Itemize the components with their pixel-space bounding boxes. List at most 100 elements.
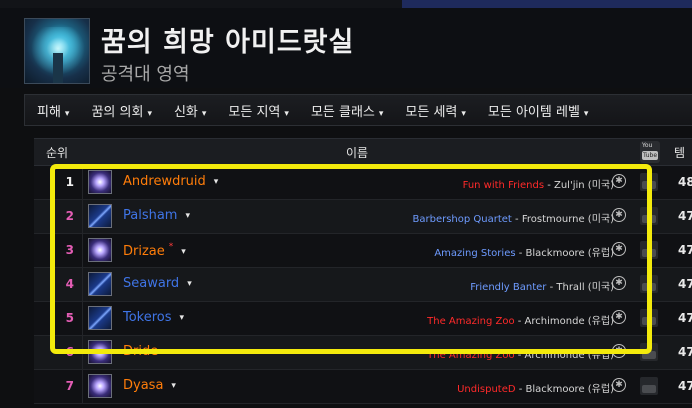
table-row[interactable]: 5 Tokeros ▾ The Amazing Zoo - Archimonde (유…: [34, 302, 692, 336]
score-value: 47: [678, 311, 692, 325]
server-name: - Frostmourne (미국): [511, 214, 614, 225]
filter-label: 피해: [37, 104, 61, 120]
balance-druid-spec-icon[interactable]: [88, 238, 112, 262]
chevron-down-icon[interactable]: ▾: [185, 211, 190, 221]
chevron-down-icon: ▾: [461, 108, 466, 119]
guild-server-info: Fun with Friends - Zul'jin (미국): [463, 176, 614, 191]
server-name: - Archimonde (유럽): [514, 316, 614, 327]
guild-name-link[interactable]: Friendly Banter: [470, 282, 546, 293]
youtube-icon[interactable]: [640, 309, 658, 327]
guild-name-link[interactable]: Barbershop Quartet: [413, 214, 512, 225]
table-row[interactable]: 3 Drizae * ▾ Amazing Stories - Blackmoore (유…: [34, 234, 692, 268]
player-name[interactable]: Tokeros: [123, 310, 172, 325]
chevron-down-icon[interactable]: ▾: [171, 381, 176, 391]
youtube-icon-tube: [642, 351, 656, 359]
column-header-score[interactable]: 템: [674, 144, 685, 161]
guild-name-link[interactable]: The Amazing Zoo: [427, 316, 514, 327]
guild-server-info: Amazing Stories - Blackmoore (유럽): [434, 244, 614, 259]
youtube-icon[interactable]: [640, 275, 658, 293]
faction-icon: ✱: [612, 344, 626, 358]
player-name-link[interactable]: Dyasa ▾: [123, 378, 176, 393]
column-header-rank[interactable]: 순위: [46, 144, 68, 161]
guild-server-info: The Amazing Zoo - Archimonde (유럽): [427, 312, 614, 327]
youtube-icon-tube: [642, 181, 656, 189]
top-strip: [0, 0, 692, 8]
guild-server-info: UndisputeD - Blackmoore (유럽): [457, 380, 614, 395]
filter-class-dropdown[interactable]: 모든 클래스 ▾: [299, 101, 383, 120]
faction-icon: ✱: [612, 378, 626, 392]
guild-name-link[interactable]: The Amazing Zoo: [427, 350, 514, 361]
player-name-link[interactable]: Drizae * ▾: [123, 242, 186, 259]
elemental-shaman-spec-icon[interactable]: [88, 306, 112, 330]
table-row[interactable]: 4 Seaward ▾ Friendly Banter - Thrall (미국) ✱ 4…: [34, 268, 692, 302]
guild-name-link[interactable]: UndisputeD: [457, 384, 515, 395]
rank-cell: 7: [34, 370, 83, 403]
tree-trunk: [53, 53, 63, 83]
page-title: 꿈의 희망 아미드랏실: [101, 27, 355, 58]
chevron-down-icon[interactable]: ▾: [180, 313, 185, 323]
player-name[interactable]: Palsham: [123, 208, 177, 223]
guild-server-info: Barbershop Quartet - Frostmourne (미국): [413, 210, 615, 225]
youtube-icon-tube: [642, 283, 656, 291]
chevron-down-icon[interactable]: ▾: [166, 347, 171, 357]
youtube-icon[interactable]: [640, 173, 658, 191]
youtube-icon-text: You: [642, 142, 653, 149]
chevron-down-icon[interactable]: ▾: [214, 177, 219, 187]
column-header-name[interactable]: 이름: [346, 144, 368, 161]
server-name: - Thrall (미국): [546, 282, 614, 293]
chevron-down-icon: ▾: [201, 108, 207, 119]
raid-zone-logo: [24, 18, 90, 84]
filter-boss-dropdown[interactable]: 꿈의 의회 ▾: [79, 101, 152, 120]
score-value: 47: [678, 209, 692, 223]
filter-item-level-dropdown[interactable]: 모든 아이템 레벨 ▾: [476, 101, 589, 120]
guild-name-link[interactable]: Amazing Stories: [434, 248, 515, 259]
youtube-icon[interactable]: [640, 241, 658, 259]
table-row[interactable]: 7 Dyasa ▾ UndisputeD - Blackmoore (유럽) ✱ 47: [34, 370, 692, 404]
player-name[interactable]: Drizae: [123, 244, 165, 259]
table-body: 1 Andrewdruid ▾ Fun with Friends - Zul'jin …: [34, 166, 692, 404]
balance-druid-spec-icon[interactable]: [88, 340, 112, 364]
rank-number: 1: [65, 175, 74, 189]
table-row[interactable]: 2 Palsham ▾ Barbershop Quartet - Frostmourn…: [34, 200, 692, 234]
youtube-icon[interactable]: [640, 343, 658, 361]
page-subtitle: 공격대 영역: [101, 64, 190, 85]
score-value: 47: [678, 277, 692, 291]
balance-druid-spec-icon[interactable]: [88, 374, 112, 398]
balance-druid-spec-icon[interactable]: [88, 170, 112, 194]
player-name-link[interactable]: Andrewdruid ▾: [123, 174, 218, 189]
filter-label: 꿈의 의회: [91, 104, 144, 120]
table-row[interactable]: 6 Dride ▾ The Amazing Zoo - Archimonde (유럽)…: [34, 336, 692, 370]
chevron-down-icon[interactable]: ▾: [181, 247, 186, 257]
player-name[interactable]: Seaward: [123, 276, 179, 291]
player-name-link[interactable]: Seaward ▾: [123, 276, 192, 291]
youtube-icon-tube: [642, 385, 656, 393]
record-star-icon: *: [168, 242, 174, 252]
guild-name-link[interactable]: Fun with Friends: [463, 180, 544, 191]
elemental-shaman-spec-icon[interactable]: [88, 204, 112, 228]
player-name-link[interactable]: Dride ▾: [123, 344, 171, 359]
player-name-link[interactable]: Tokeros ▾: [123, 310, 184, 325]
player-name[interactable]: Andrewdruid: [123, 174, 206, 189]
rank-cell: 6: [34, 336, 83, 369]
player-name-link[interactable]: Palsham ▾: [123, 208, 190, 223]
chevron-down-icon[interactable]: ▾: [187, 279, 192, 289]
guild-server-info: The Amazing Zoo - Archimonde (유럽): [427, 346, 614, 361]
elemental-shaman-spec-icon[interactable]: [88, 272, 112, 296]
filter-label: 모든 아이템 레벨: [487, 104, 580, 120]
score-value: 47: [678, 379, 692, 393]
server-name: - Archimonde (유럽): [514, 350, 614, 361]
filter-difficulty-dropdown[interactable]: 신화 ▾: [162, 101, 206, 120]
filter-label: 모든 세력: [405, 104, 458, 120]
filter-metric-dropdown[interactable]: 피해 ▾: [25, 101, 69, 120]
filter-faction-dropdown[interactable]: 모든 세력 ▾: [393, 101, 466, 120]
player-name[interactable]: Dride: [123, 344, 158, 359]
filter-region-dropdown[interactable]: 모든 지역 ▾: [216, 101, 289, 120]
youtube-icon[interactable]: [640, 207, 658, 225]
player-name[interactable]: Dyasa: [123, 378, 163, 393]
filter-nav-bar: 피해 ▾ 꿈의 의회 ▾ 신화 ▾ 모든 지역 ▾ 모든 클래스 ▾ 모든 세력 ▾ 모든 …: [24, 94, 692, 126]
rank-cell: 3: [34, 234, 83, 267]
table-row[interactable]: 1 Andrewdruid ▾ Fun with Friends - Zul'jin …: [34, 166, 692, 200]
rank-number: 2: [65, 209, 74, 223]
youtube-icon[interactable]: [640, 377, 658, 395]
rank-number: 4: [65, 277, 74, 291]
